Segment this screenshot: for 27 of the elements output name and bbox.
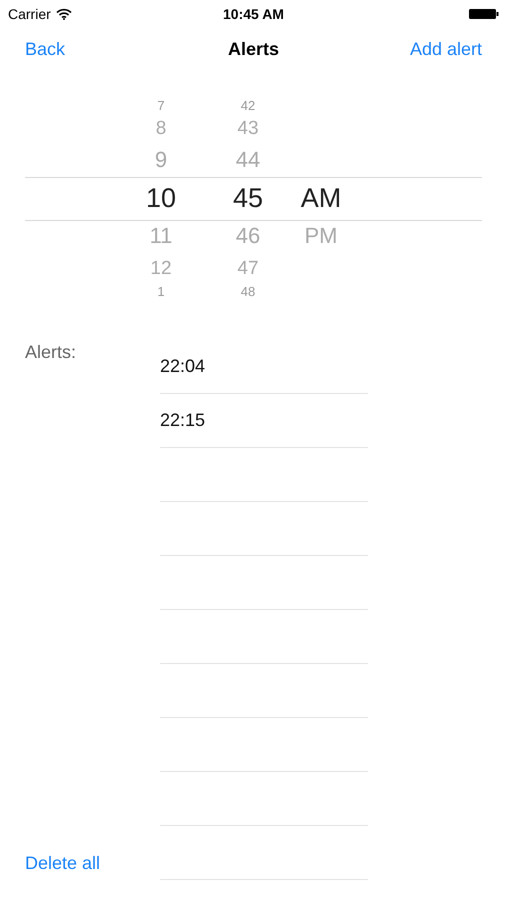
picker-item[interactable]: 46 [236,219,260,253]
picker-item[interactable]: 43 [237,113,259,143]
picker-item[interactable]: 47 [237,253,259,283]
nav-title: Alerts [228,38,280,60]
alert-time[interactable]: 22:04 [160,356,206,377]
picker-item[interactable]: 48 [240,283,256,299]
picker-item[interactable]: 12 [150,253,172,283]
picker-item[interactable]: 45 [232,177,264,219]
picker-item[interactable]: 7 [157,97,165,113]
picker-item[interactable]: 11 [150,219,172,253]
picker-item[interactable]: 44 [236,143,260,177]
wifi-icon [56,8,72,20]
back-link[interactable]: Back [25,38,228,60]
picker-item[interactable]: AM [300,177,342,219]
picker-item[interactable]: 8 [156,113,166,143]
picker-item[interactable]: 10 [146,177,176,219]
picker-item[interactable]: 42 [240,97,256,113]
alert-time[interactable]: 22:15 [160,410,206,431]
carrier-label: Carrier [8,6,51,22]
battery-icon [469,8,499,20]
status-time: 10:45 AM [223,6,284,22]
picker-item[interactable]: 1 [157,283,165,299]
picker-item[interactable]: PM [304,219,338,253]
picker-item[interactable]: 9 [154,143,168,177]
add-alert-link[interactable]: Add alert [410,38,482,60]
delete-all-link[interactable]: Delete all [25,853,160,874]
alerts-label: Alerts: [25,341,78,363]
